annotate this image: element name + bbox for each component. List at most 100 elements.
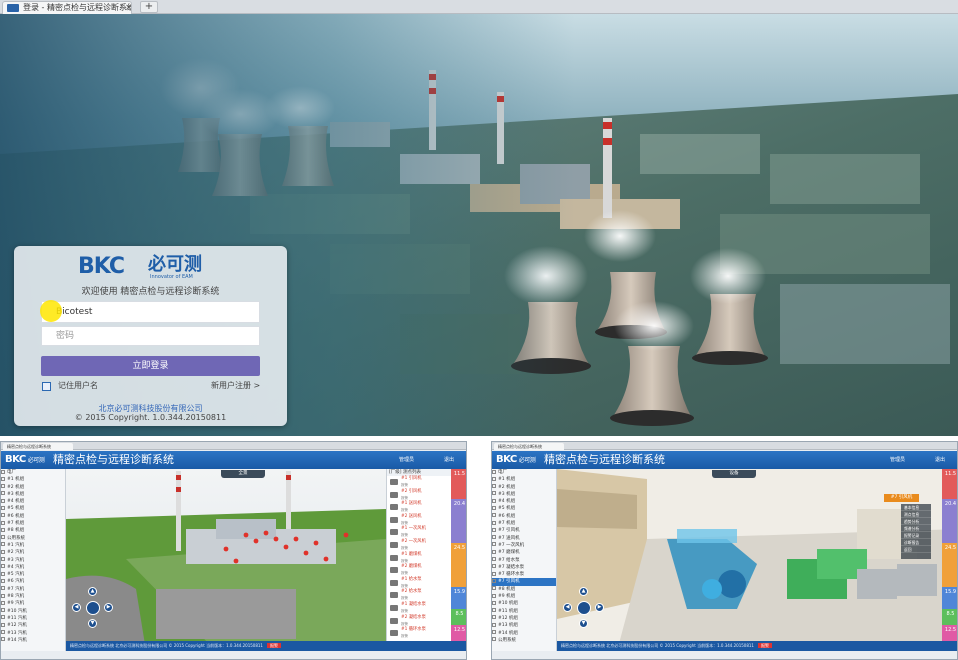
tree-item[interactable]: #1 汽机 — [1, 542, 65, 549]
tree-expand-icon[interactable] — [1, 542, 5, 547]
password-input[interactable]: 密码 — [41, 326, 260, 346]
list-item[interactable]: #1 送风机 报警 — [387, 501, 451, 514]
tree-item[interactable]: #5 机组 — [1, 505, 65, 512]
list-item[interactable]: #2 一次风机 报警 — [387, 539, 451, 552]
tree-expand-icon[interactable] — [492, 630, 496, 635]
tree-item[interactable]: #6 汽机 — [1, 578, 65, 585]
tree-item[interactable]: #6 机组 — [492, 513, 556, 520]
logout-button[interactable]: 退出 — [911, 456, 945, 465]
tree-expand-icon[interactable] — [1, 491, 5, 496]
status-bar-segment[interactable]: 15.9 — [451, 587, 466, 609]
tree-item[interactable]: #7 汽机 — [1, 586, 65, 593]
status-bar-segment[interactable]: 8.5 — [451, 609, 466, 625]
tree-item[interactable]: #8 汽机 — [1, 593, 65, 600]
tree-item[interactable]: #3 机组 — [492, 491, 556, 498]
tree-expand-icon[interactable] — [1, 557, 5, 562]
tree-expand-icon[interactable] — [492, 549, 496, 554]
tree-item[interactable]: #14 机组 — [492, 630, 556, 637]
tree-item[interactable]: #7 循环水泵 — [492, 571, 556, 578]
tree-item[interactable]: #8 机组 — [1, 527, 65, 534]
tree-item[interactable]: #3 汽机 — [1, 557, 65, 564]
tree-item[interactable]: 公用系统 — [1, 535, 65, 542]
list-item[interactable]: #1 一次风机 报警 — [387, 526, 451, 539]
tree-expand-icon[interactable] — [1, 484, 5, 489]
tree-expand-icon[interactable] — [492, 513, 496, 518]
tree-item[interactable]: #2 机组 — [1, 484, 65, 491]
tree-expand-icon[interactable] — [492, 622, 496, 627]
logout-button[interactable]: 退出 — [420, 456, 454, 465]
tree-item[interactable]: #7 机组 — [1, 520, 65, 527]
tree-expand-icon[interactable] — [492, 637, 496, 642]
context-menu-item[interactable]: 测点信息 — [901, 511, 931, 518]
tree-item[interactable]: #10 机组 — [492, 600, 556, 607]
tree-expand-icon[interactable] — [492, 600, 496, 605]
tree-expand-icon[interactable] — [1, 600, 5, 605]
status-bar-segment[interactable]: 24.5 — [451, 543, 466, 587]
tree-item[interactable]: #12 机组 — [492, 615, 556, 622]
tree-item[interactable]: 电厂 — [492, 469, 556, 476]
tree-expand-icon[interactable] — [492, 593, 496, 598]
tree-item[interactable]: #7 引风机 — [492, 578, 556, 586]
tree-expand-icon[interactable] — [492, 498, 496, 503]
status-bar-segment[interactable]: 20.4 — [451, 499, 466, 543]
tree-item[interactable]: #4 机组 — [1, 498, 65, 505]
status-bar-segment[interactable]: 15.9 — [942, 587, 957, 609]
tree-item[interactable]: #2 汽机 — [1, 549, 65, 556]
tab-close-icon[interactable]: × — [125, 2, 131, 14]
tree-item[interactable]: #7 磨煤机 — [492, 549, 556, 556]
tree-expand-icon[interactable] — [492, 476, 496, 481]
tree-item[interactable]: #7 送风机 — [492, 535, 556, 542]
tree-expand-icon[interactable] — [1, 608, 5, 613]
tree-item[interactable]: #13 汽机 — [1, 630, 65, 637]
tree-expand-icon[interactable] — [492, 535, 496, 540]
scene-tab[interactable]: 设备 — [712, 470, 756, 478]
status-alarm-badge[interactable]: 报警 — [266, 643, 281, 648]
arrow-down-icon[interactable]: ▼ — [579, 619, 588, 628]
arrow-right-icon[interactable]: ▶ — [595, 603, 604, 612]
tree-expand-icon[interactable] — [1, 571, 5, 576]
tree-expand-icon[interactable] — [1, 505, 5, 510]
tree-expand-icon[interactable] — [492, 571, 496, 576]
tree-expand-icon[interactable] — [1, 535, 5, 540]
tree-expand-icon[interactable] — [1, 593, 5, 598]
status-bar-segment[interactable]: 11.5 — [942, 469, 957, 499]
tree-item[interactable]: #7 机组 — [492, 520, 556, 527]
list-item[interactable]: #2 引风机 报警 — [387, 489, 451, 502]
tree-expand-icon[interactable] — [492, 586, 496, 591]
tree-item[interactable]: #1 机组 — [1, 476, 65, 483]
browser-tab[interactable]: 登录 - 精密点检与远程诊断系统 × — [2, 1, 132, 14]
tree-expand-icon[interactable] — [492, 564, 496, 569]
status-bar-segment[interactable]: 12.5 — [942, 625, 957, 641]
tree-expand-icon[interactable] — [1, 637, 5, 642]
arrow-up-icon[interactable]: ▲ — [579, 587, 588, 596]
tree-item[interactable]: #10 汽机 — [1, 608, 65, 615]
tree-expand-icon[interactable] — [492, 469, 496, 474]
tree-expand-icon[interactable] — [1, 469, 5, 474]
tree-expand-icon[interactable] — [492, 491, 496, 496]
tree-expand-icon[interactable] — [1, 549, 5, 554]
arrow-down-icon[interactable]: ▼ — [88, 619, 97, 628]
arrow-left-icon[interactable]: ◀ — [72, 603, 81, 612]
status-bar-segment[interactable]: 8.5 — [942, 609, 957, 625]
tree-expand-icon[interactable] — [1, 622, 5, 627]
user-menu[interactable]: 管理员 — [871, 456, 905, 465]
tree-expand-icon[interactable] — [1, 498, 5, 503]
tree-item[interactable]: #11 汽机 — [1, 615, 65, 622]
tree-expand-icon[interactable] — [1, 513, 5, 518]
tree-item[interactable]: #5 机组 — [492, 505, 556, 512]
selected-equipment-tag[interactable]: #7 引风机 — [884, 494, 919, 502]
context-menu-item[interactable]: 诊断报告 — [901, 539, 931, 546]
tree-expand-icon[interactable] — [492, 520, 496, 525]
context-menu-item[interactable]: 频谱分析 — [901, 525, 931, 532]
tree-item[interactable]: #6 机组 — [1, 513, 65, 520]
tree-expand-icon[interactable] — [492, 505, 496, 510]
tree-expand-icon[interactable] — [492, 557, 496, 562]
status-bar-segment[interactable]: 11.5 — [451, 469, 466, 499]
tree-item[interactable]: #8 机组 — [492, 586, 556, 593]
tree-item[interactable]: #7 一次风机 — [492, 542, 556, 549]
tree-item[interactable]: 公用系统 — [492, 637, 556, 644]
list-item[interactable]: #1 循环水泵 报警 — [387, 627, 451, 640]
status-bar-segment[interactable]: 24.5 — [942, 543, 957, 587]
tree-item[interactable]: #7 给水泵 — [492, 557, 556, 564]
app-browser-tab[interactable]: 精密点检与远程诊断系统 — [494, 443, 564, 450]
